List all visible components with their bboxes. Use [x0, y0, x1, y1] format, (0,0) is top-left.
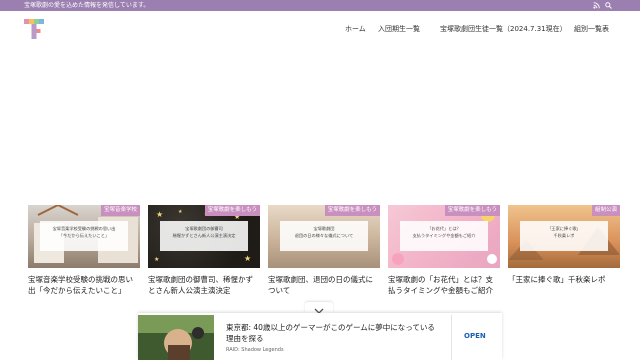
rss-icon[interactable] — [593, 2, 600, 9]
nav-home[interactable]: ホーム — [345, 24, 366, 34]
thumb-caption: 宝塚歌劇団 退団の日の様々な儀式について — [280, 221, 368, 251]
ad-headline[interactable]: 東京都: 40歳以上のゲーマーがこのゲームに夢中になっている理由を探る — [226, 322, 436, 344]
ad-open-button[interactable]: OPEN — [464, 332, 486, 340]
top-bar: 宝塚歌劇の愛を込めた情報を発信しています。 — [0, 0, 640, 11]
ad-image[interactable] — [138, 315, 214, 360]
article-thumbnail[interactable]: 「王家に捧ぐ歌」 千秋楽レポ 組制公演 — [508, 205, 620, 268]
category-badge[interactable]: 宝塚歌劇を楽しもう — [324, 205, 380, 216]
ad-source: RAID: Shadow Legends — [226, 347, 284, 353]
article-title[interactable]: 宝塚歌劇団の御曹司、稀惺かずとさん新人公演主演決定 — [148, 274, 260, 296]
site-logo[interactable] — [24, 19, 44, 39]
thumb-caption: 宝塚音楽学校受験の挑戦の思い出 「今だから伝えたいこと」 — [40, 221, 128, 251]
article-card[interactable]: 宝塚歌劇団 退団の日の様々な儀式について 宝塚歌劇を楽しもう 宝塚歌劇団、退団の… — [268, 205, 380, 296]
thumb-caption: 「お花代」とは？ 支払うタイミングや金額もご紹介 — [400, 221, 488, 251]
thumb-caption: 宝塚歌劇団の御曹司 稀惺かずとさん新人公演主演決定 — [160, 221, 248, 251]
ad-divider — [451, 315, 452, 360]
svg-text:★: ★ — [156, 210, 163, 219]
site-header: ホーム 入団期生一覧 宝塚歌劇団生徒一覧（2024.7.31現在） 組別一覧表 — [0, 11, 640, 47]
article-thumbnail[interactable]: 宝塚歌劇団 退団の日の様々な儀式について 宝塚歌劇を楽しもう — [268, 205, 380, 268]
category-badge[interactable]: 組制公演 — [591, 205, 620, 216]
ad-collapse-button[interactable] — [305, 302, 333, 314]
article-card[interactable]: ★ ★ ★ ★ ★ ★ 宝塚歌劇団の御曹司 稀惺かずとさん新人公演主演決定 宝塚… — [148, 205, 260, 296]
search-icon[interactable] — [605, 2, 612, 9]
article-thumbnail[interactable]: 「お花代」とは？ 支払うタイミングや金額もご紹介 宝塚歌劇を楽しもう — [388, 205, 500, 268]
site-tagline: 宝塚歌劇の愛を込めた情報を発信しています。 — [24, 2, 150, 9]
category-badge[interactable]: 宝塚音楽学校 — [100, 205, 140, 216]
bottom-ad-banner[interactable]: 東京都: 40歳以上のゲーマーがこのゲームに夢中になっている理由を探る RAID… — [138, 313, 502, 360]
article-title[interactable]: 「王家に捧ぐ歌」千秋楽レポ — [508, 274, 620, 285]
article-title[interactable]: 宝塚音楽学校受験の挑戦の思い出「今だから伝えたいこと」 — [28, 274, 140, 296]
category-badge[interactable]: 宝塚歌劇を楽しもう — [444, 205, 500, 216]
svg-text:★: ★ — [154, 256, 159, 263]
nav-students-list[interactable]: 宝塚歌劇団生徒一覧（2024.7.31現在） — [440, 24, 567, 34]
ad-placeholder — [0, 47, 640, 202]
article-thumbnail[interactable]: 宝塚音楽学校受験の挑戦の思い出 「今だから伝えたいこと」 宝塚音楽学校 — [28, 205, 140, 268]
article-title[interactable]: 宝塚歌劇団、退団の日の儀式について — [268, 274, 380, 296]
article-card[interactable]: 宝塚音楽学校受験の挑戦の思い出 「今だから伝えたいこと」 宝塚音楽学校 宝塚音楽… — [28, 205, 140, 296]
svg-text:★: ★ — [178, 209, 183, 215]
article-title[interactable]: 宝塚歌劇の「お花代」とは？支払うタイミングや金額もご紹介 — [388, 274, 500, 296]
nav-troupe-list[interactable]: 組別一覧表 — [574, 24, 609, 34]
article-card[interactable]: 「王家に捧ぐ歌」 千秋楽レポ 組制公演 「王家に捧ぐ歌」千秋楽レポ — [508, 205, 620, 285]
category-badge[interactable]: 宝塚歌劇を楽しもう — [204, 205, 260, 216]
thumb-caption: 「王家に捧ぐ歌」 千秋楽レポ — [520, 221, 608, 251]
article-card[interactable]: 「お花代」とは？ 支払うタイミングや金額もご紹介 宝塚歌劇を楽しもう 宝塚歌劇の… — [388, 205, 500, 296]
nav-class-list[interactable]: 入団期生一覧 — [378, 24, 420, 34]
article-thumbnail[interactable]: ★ ★ ★ ★ ★ ★ 宝塚歌劇団の御曹司 稀惺かずとさん新人公演主演決定 宝塚… — [148, 205, 260, 268]
svg-text:★: ★ — [244, 254, 251, 263]
